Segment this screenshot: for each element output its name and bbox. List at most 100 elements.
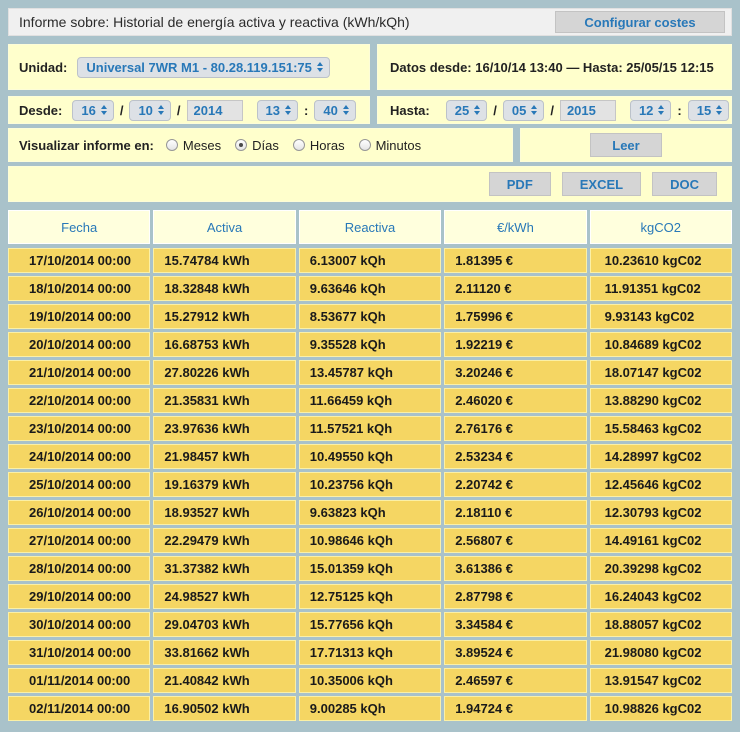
table-cell: 18/10/2014 00:00 — [8, 276, 150, 301]
table-cell: 2.46020 € — [444, 388, 586, 413]
table-cell: 18.88057 kgC02 — [590, 612, 732, 637]
radio-meses[interactable]: Meses — [166, 138, 221, 153]
data-range-text: Datos desde: 16/10/14 13:40 — Hasta: 25/… — [390, 60, 714, 75]
table-cell: 29/10/2014 00:00 — [8, 584, 150, 609]
table-cell: 10.49550 kQh — [299, 444, 441, 469]
column-header-fecha: Fecha — [8, 210, 150, 244]
table-row: 19/10/2014 00:0015.27912 kWh8.53677 kQh1… — [8, 304, 732, 329]
view-options: Meses Días Horas Minutos — [166, 138, 421, 153]
title-bar: Informe sobre: Historial de energía acti… — [8, 8, 732, 36]
table-cell: 21.98457 kWh — [153, 444, 295, 469]
table-cell: 33.81662 kWh — [153, 640, 295, 665]
export-panel: PDF EXCEL DOC — [8, 166, 732, 202]
table-cell: 30/10/2014 00:00 — [8, 612, 150, 637]
table-cell: 15.77656 kQh — [299, 612, 441, 637]
to-hour-value: 12 — [639, 103, 653, 118]
table-row: 22/10/2014 00:0021.35831 kWh11.66459 kQh… — [8, 388, 732, 413]
from-month-value: 10 — [138, 103, 152, 118]
table-row: 31/10/2014 00:0033.81662 kWh17.71313 kQh… — [8, 640, 732, 665]
table-cell: 10.35006 kQh — [299, 668, 441, 693]
table-row: 20/10/2014 00:0016.68753 kWh9.35528 kQh1… — [8, 332, 732, 357]
table-row: 18/10/2014 00:0018.32848 kWh9.63646 kQh2… — [8, 276, 732, 301]
table-cell: 22.29479 kWh — [153, 528, 295, 553]
from-year-input[interactable] — [187, 100, 243, 121]
table-row: 27/10/2014 00:0022.29479 kWh10.98646 kQh… — [8, 528, 732, 553]
date-separator: / — [120, 103, 124, 118]
table-row: 29/10/2014 00:0024.98527 kWh12.75125 kQh… — [8, 584, 732, 609]
table-cell: 3.89524 € — [444, 640, 586, 665]
table-cell: 15.27912 kWh — [153, 304, 295, 329]
to-day-value: 25 — [455, 103, 469, 118]
table-cell: 9.63823 kQh — [299, 500, 441, 525]
table-cell: 31/10/2014 00:00 — [8, 640, 150, 665]
table-cell: 13.88290 kgC02 — [590, 388, 732, 413]
table-row: 30/10/2014 00:0029.04703 kWh15.77656 kQh… — [8, 612, 732, 637]
table-cell: 19/10/2014 00:00 — [8, 304, 150, 329]
table-cell: 9.00285 kQh — [299, 696, 441, 721]
table-cell: 1.94724 € — [444, 696, 586, 721]
radio-dot-icon[interactable] — [359, 139, 371, 151]
table-cell: 2.87798 € — [444, 584, 586, 609]
table-cell: 10.98826 kgC02 — [590, 696, 732, 721]
to-label: Hasta: — [390, 103, 430, 118]
table-cell: 6.13007 kQh — [299, 248, 441, 273]
to-minute-select[interactable]: 15 — [688, 100, 729, 121]
table-cell: 11.57521 kQh — [299, 416, 441, 441]
radio-dot-icon[interactable] — [235, 139, 247, 151]
to-hour-select[interactable]: 12 — [630, 100, 671, 121]
to-month-select[interactable]: 05 — [503, 100, 544, 121]
to-panel: Hasta: 25 / 05 / 12 : 15 — [377, 96, 732, 124]
radio-dot-icon[interactable] — [293, 139, 305, 151]
to-day-select[interactable]: 25 — [446, 100, 487, 121]
table-cell: 10.23756 kQh — [299, 472, 441, 497]
table-cell: 18.32848 kWh — [153, 276, 295, 301]
radio-label: Minutos — [376, 138, 422, 153]
table-row: 26/10/2014 00:0018.93527 kWh9.63823 kQh2… — [8, 500, 732, 525]
table-cell: 14.28997 kgC02 — [590, 444, 732, 469]
radio-horas[interactable]: Horas — [293, 138, 345, 153]
data-range-panel: Datos desde: 16/10/14 13:40 — Hasta: 25/… — [377, 44, 732, 90]
export-doc-button[interactable]: DOC — [652, 172, 717, 196]
configure-costs-button[interactable]: Configurar costes — [555, 11, 725, 33]
radio-dias[interactable]: Días — [235, 138, 279, 153]
table-cell: 28/10/2014 00:00 — [8, 556, 150, 581]
table-cell: 2.18110 € — [444, 500, 586, 525]
column-header-kgco2: kgCO2 — [590, 210, 732, 244]
radio-minutos[interactable]: Minutos — [359, 138, 422, 153]
date-separator: / — [177, 103, 181, 118]
unit-select[interactable]: Universal 7WR M1 - 80.28.119.151:75 — [77, 57, 329, 78]
export-excel-button[interactable]: EXCEL — [562, 172, 641, 196]
table-cell: 20.39298 kgC02 — [590, 556, 732, 581]
radio-dot-icon[interactable] — [166, 139, 178, 151]
table-cell: 10.23610 kgC02 — [590, 248, 732, 273]
table-cell: 3.34584 € — [444, 612, 586, 637]
to-year-input[interactable] — [560, 100, 616, 121]
table-cell: 18.93527 kWh — [153, 500, 295, 525]
export-pdf-button[interactable]: PDF — [489, 172, 551, 196]
table-cell: 29.04703 kWh — [153, 612, 295, 637]
table-cell: 15.58463 kgC02 — [590, 416, 732, 441]
unit-select-value: Universal 7WR M1 - 80.28.119.151:75 — [86, 60, 311, 75]
from-minute-select[interactable]: 40 — [314, 100, 355, 121]
read-button[interactable]: Leer — [590, 133, 662, 157]
from-day-select[interactable]: 16 — [72, 100, 113, 121]
table-cell: 24/10/2014 00:00 — [8, 444, 150, 469]
table-header-row: Fecha Activa Reactiva €/kWh kgCO2 — [8, 210, 732, 244]
radio-label: Horas — [310, 138, 345, 153]
table-cell: 12.45646 kgC02 — [590, 472, 732, 497]
spinner-icon — [285, 105, 291, 115]
table-cell: 14.49161 kgC02 — [590, 528, 732, 553]
table-cell: 24.98527 kWh — [153, 584, 295, 609]
from-panel: Desde: 16 / 10 / 13 : 40 — [8, 96, 370, 124]
spinner-icon — [474, 105, 480, 115]
spinner-icon — [716, 105, 722, 115]
from-month-select[interactable]: 10 — [129, 100, 170, 121]
table-cell: 13.45787 kQh — [299, 360, 441, 385]
table-cell: 11.91351 kgC02 — [590, 276, 732, 301]
table-cell: 1.81395 € — [444, 248, 586, 273]
table-cell: 27.80226 kWh — [153, 360, 295, 385]
table-cell: 21.35831 kWh — [153, 388, 295, 413]
spinner-icon — [531, 105, 537, 115]
from-hour-select[interactable]: 13 — [257, 100, 298, 121]
table-cell: 17.71313 kQh — [299, 640, 441, 665]
